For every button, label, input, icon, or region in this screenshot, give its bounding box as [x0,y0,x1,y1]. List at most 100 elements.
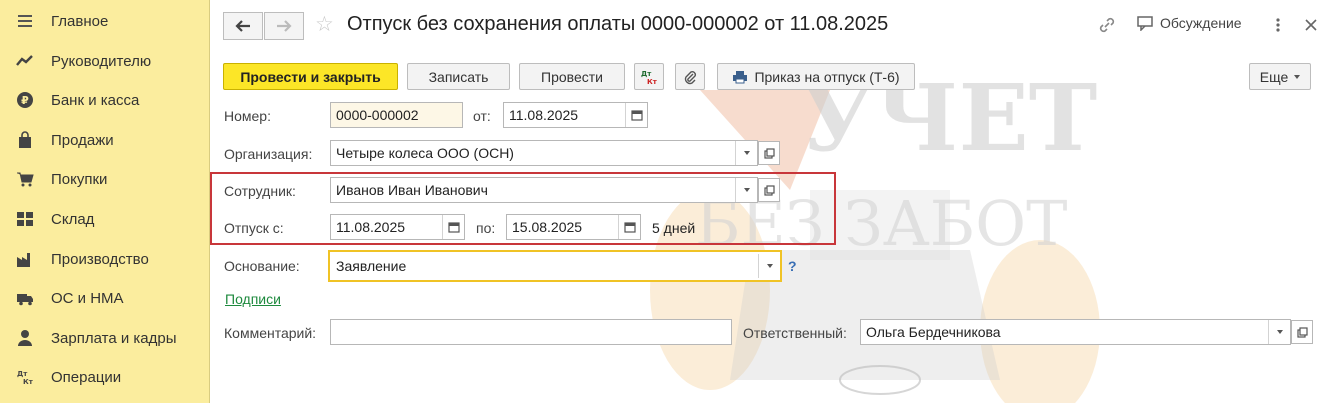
responsible-label: Ответственный: [743,325,847,341]
sidebar-item-label: Продажи [51,131,114,149]
svg-text:Дт: Дт [641,70,652,78]
vacation-from-value: 11.08.2025 [336,219,406,235]
chevron-down-icon [766,264,773,268]
dropdown-button[interactable] [1268,320,1290,344]
open-employee-button[interactable] [758,178,780,202]
chat-bubble-icon [1137,16,1153,31]
svg-text:Кт: Кт [23,378,34,386]
basis-label: Основание: [224,258,300,274]
dt-kt-red-icon: ДтКт [641,70,658,85]
document-form: УЧЕТ БЕЗ ЗАБОТ ☆ Отпуск без сохранения о… [210,0,1332,403]
sidebar-item-label: Покупки [51,170,108,188]
discussion-label: Обсуждение [1160,15,1242,31]
paperclip-icon [684,70,696,84]
vacation-from-field[interactable]: 11.08.2025 [330,214,465,240]
sidebar-item-label: Руководителю [51,52,152,70]
dt-kt-icon: Дт Кт [16,368,34,386]
number-field[interactable]: 0000-000002 [330,102,463,128]
basis-field[interactable]: Заявление [328,250,782,282]
more-label: Еще [1259,68,1289,85]
dt-kt-button[interactable]: Дт Кт [634,63,664,90]
ruble-coin-icon: ₽ [16,91,34,109]
open-window-icon [1296,326,1308,338]
more-button[interactable]: Еще [1249,63,1311,90]
forward-button[interactable] [264,12,304,40]
sidebar-item-label: Производство [51,250,149,268]
truck-icon [16,289,34,307]
page-title: Отпуск без сохранения оплаты 0000-000002… [347,13,889,35]
days-count: 5 дней [652,220,696,236]
chart-trend-icon [16,52,34,70]
sidebar-item-salary[interactable]: Зарплата и кадры [0,320,209,356]
employee-label: Сотрудник: [224,183,296,199]
favorite-star-icon[interactable]: ☆ [315,13,334,37]
sidebar-item-label: Операции [51,368,122,386]
sidebar-item-warehouse[interactable]: Склад [0,201,209,237]
comment-field[interactable] [330,319,732,345]
sidebar-item-assets[interactable]: ОС и НМА [0,280,209,316]
print-order-label: Приказ на отпуск (Т-6) [754,68,900,85]
sidebar-item-main[interactable]: Главное [0,3,209,39]
print-order-button[interactable]: Приказ на отпуск (Т-6) [717,63,915,90]
open-organization-button[interactable] [758,141,780,165]
vacation-from-label: Отпуск с: [224,220,284,236]
menu-icon [16,12,34,30]
sidebar-item-manager[interactable]: Руководителю [0,43,209,79]
warehouse-grid-icon [16,210,34,228]
calendar-icon[interactable] [625,103,647,127]
sidebar: Главное Руководителю ₽ Банк и касса Прод… [0,0,210,403]
employee-field[interactable]: Иванов Иван Иванович [330,177,758,203]
date-value: 11.08.2025 [509,107,579,123]
link-icon[interactable] [1096,14,1118,36]
svg-text:₽: ₽ [21,94,29,107]
attach-button[interactable] [675,63,705,90]
vacation-to-value: 15.08.2025 [512,219,583,235]
responsible-field[interactable]: Ольга Бердечникова [860,319,1291,345]
sidebar-item-purchases[interactable]: Покупки [0,161,209,197]
sidebar-item-label: ОС и НМА [51,289,124,307]
person-icon [16,329,34,347]
vacation-to-field[interactable]: 15.08.2025 [506,214,641,240]
arrow-right-icon [277,20,292,32]
open-responsible-button[interactable] [1291,320,1313,344]
save-button[interactable]: Записать [407,63,510,90]
sidebar-item-label: Главное [51,12,109,30]
chevron-down-icon [1276,330,1283,334]
dropdown-button[interactable] [758,254,780,278]
post-and-close-button[interactable]: Провести и закрыть [223,63,398,90]
cart-icon [16,170,34,188]
sidebar-item-sales[interactable]: Продажи [0,122,209,158]
sidebar-item-bank[interactable]: ₽ Банк и касса [0,82,209,118]
post-button[interactable]: Провести [519,63,625,90]
signatures-link[interactable]: Подписи [225,291,281,307]
sidebar-item-label: Склад [51,210,95,228]
organization-field[interactable]: Четыре колеса ООО (ОСН) [330,140,758,166]
svg-text:Кт: Кт [647,78,658,85]
date-field[interactable]: 11.08.2025 [503,102,648,128]
chevron-down-icon [1294,74,1301,79]
svg-text:Дт: Дт [17,370,28,378]
factory-icon [16,250,34,268]
close-icon[interactable] [1300,14,1322,36]
printer-icon [733,70,748,83]
sidebar-item-production[interactable]: Производство [0,241,209,277]
calendar-icon[interactable] [442,215,464,239]
organization-value: Четыре колеса ООО (ОСН) [336,145,514,161]
sidebar-item-label: Зарплата и кадры [51,329,177,347]
calendar-icon[interactable] [618,215,640,239]
more-vert-icon[interactable] [1267,14,1289,36]
responsible-value: Ольга Бердечникова [866,324,1001,340]
employee-value: Иванов Иван Иванович [336,182,488,198]
comment-label: Комментарий: [224,325,317,341]
shopping-bag-icon [16,131,34,149]
number-label: Номер: [224,108,271,124]
discussion-button[interactable]: Обсуждение [1136,15,1242,31]
sidebar-item-label: Банк и касса [51,91,140,109]
sidebar-item-operations[interactable]: Дт Кт Операции [0,359,209,395]
arrow-left-icon [235,20,250,32]
organization-label: Организация: [224,146,313,162]
dropdown-button[interactable] [735,141,757,165]
dropdown-button[interactable] [735,178,757,202]
help-icon[interactable]: ? [788,258,797,274]
back-button[interactable] [223,12,263,40]
